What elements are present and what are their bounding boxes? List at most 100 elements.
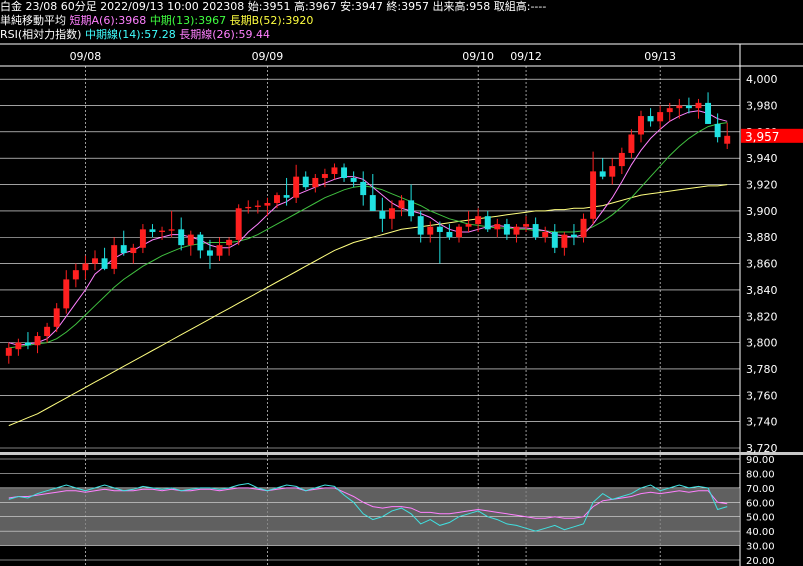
date-tick-label: 09/12	[510, 50, 542, 63]
candle-up	[235, 208, 242, 240]
candle-up	[312, 177, 319, 188]
price-tick-label: 3,860	[746, 258, 778, 271]
candle-down	[302, 176, 309, 188]
candle-up	[618, 152, 625, 167]
candle-up	[475, 216, 482, 225]
candle-up	[34, 336, 41, 346]
date-tick-label: 09/10	[462, 50, 494, 63]
candle-up	[580, 218, 587, 238]
candle-down	[570, 234, 577, 238]
candle-up	[159, 230, 166, 232]
candle-up	[130, 247, 137, 254]
candle-down	[647, 116, 654, 122]
candle-down	[446, 231, 453, 238]
candle-down	[436, 226, 443, 232]
candle-up	[15, 342, 22, 350]
candle-down	[532, 224, 539, 238]
price-tick-label: 3,800	[746, 337, 778, 350]
candle-up	[321, 174, 328, 178]
price-tick-label: 3,900	[746, 205, 778, 218]
candle-up	[254, 205, 261, 207]
rsi-tick-label: 80.00	[746, 469, 775, 480]
candle-down	[551, 231, 558, 248]
candle-down	[206, 250, 213, 256]
candle-up	[139, 229, 146, 248]
candle-up	[724, 135, 731, 144]
price-tick-label: 3,940	[746, 152, 778, 165]
last-price-label: 3,957	[745, 130, 779, 144]
ma-short-line	[8, 110, 728, 346]
candle-up	[226, 239, 233, 246]
candle-down	[599, 171, 606, 177]
candle-up	[398, 200, 405, 209]
candle-up	[590, 171, 597, 219]
candle-down	[24, 342, 31, 346]
candle-up	[456, 226, 462, 238]
candle-up	[695, 102, 702, 109]
candle-up	[216, 245, 223, 256]
candle-down	[101, 258, 108, 269]
rsi-tick-label: 30.00	[746, 542, 775, 553]
candle-down	[685, 105, 692, 109]
candle-down	[484, 216, 491, 230]
candle-up	[542, 231, 549, 238]
price-tick-label: 4,000	[746, 73, 778, 86]
candle-up	[666, 108, 673, 113]
candle-down	[714, 123, 721, 138]
candle-up	[609, 166, 616, 177]
candle-down	[283, 195, 290, 198]
candle-up	[5, 347, 12, 356]
candle-up	[638, 116, 644, 135]
candle-up	[494, 224, 501, 230]
date-tick-label: 09/08	[70, 50, 102, 63]
price-tick-label: 3,780	[746, 363, 778, 376]
price-tick-label: 3,720	[746, 442, 778, 455]
price-tick-label: 3,740	[746, 416, 778, 429]
candle-up	[513, 226, 520, 235]
candle-up	[274, 195, 280, 203]
candle-up	[72, 270, 79, 280]
candle-up	[523, 224, 530, 227]
candle-down	[369, 195, 376, 211]
candle-up	[82, 263, 89, 271]
date-tick-label: 09/13	[644, 50, 676, 63]
candle-up	[331, 167, 338, 175]
price-tick-label: 3,980	[746, 100, 778, 113]
candle-down	[417, 216, 424, 235]
candle-down	[149, 229, 156, 232]
candle-up	[53, 308, 60, 327]
rsi-tick-label: 40.00	[746, 527, 775, 538]
candle-down	[360, 181, 367, 196]
price-tick-label: 3,760	[746, 389, 778, 402]
candle-up	[187, 234, 194, 246]
ma-long-line	[8, 184, 728, 427]
candle-down	[503, 224, 510, 235]
candle-down	[379, 210, 386, 219]
price-chart[interactable]: 09/0809/0909/1009/1209/134,0003,9803,960…	[0, 0, 803, 566]
candle-down	[197, 234, 204, 251]
panel-separator	[0, 452, 803, 455]
price-tick-label: 3,840	[746, 284, 778, 297]
rsi-tick-label: 90.00	[746, 455, 775, 466]
candle-down	[705, 102, 712, 124]
candle-up	[92, 258, 98, 264]
candle-down	[178, 229, 185, 246]
rsi-tick-label: 20.00	[746, 556, 775, 566]
candle-up	[264, 202, 271, 206]
candle-up	[427, 226, 434, 235]
candle-down	[120, 245, 127, 254]
price-tick-label: 3,820	[746, 310, 778, 323]
candle-up	[628, 134, 635, 153]
price-tick-label: 3,920	[746, 179, 778, 192]
candle-up	[293, 176, 300, 198]
candle-down	[341, 167, 348, 178]
candle-up	[388, 208, 395, 219]
rsi-tick-label: 60.00	[746, 498, 775, 509]
rsi-tick-label: 70.00	[746, 484, 775, 495]
candle-up	[676, 105, 683, 109]
candle-up	[465, 224, 472, 227]
candle-up	[111, 245, 118, 269]
candle-up	[561, 234, 568, 248]
candle-down	[408, 200, 415, 217]
candle-up	[44, 326, 51, 337]
